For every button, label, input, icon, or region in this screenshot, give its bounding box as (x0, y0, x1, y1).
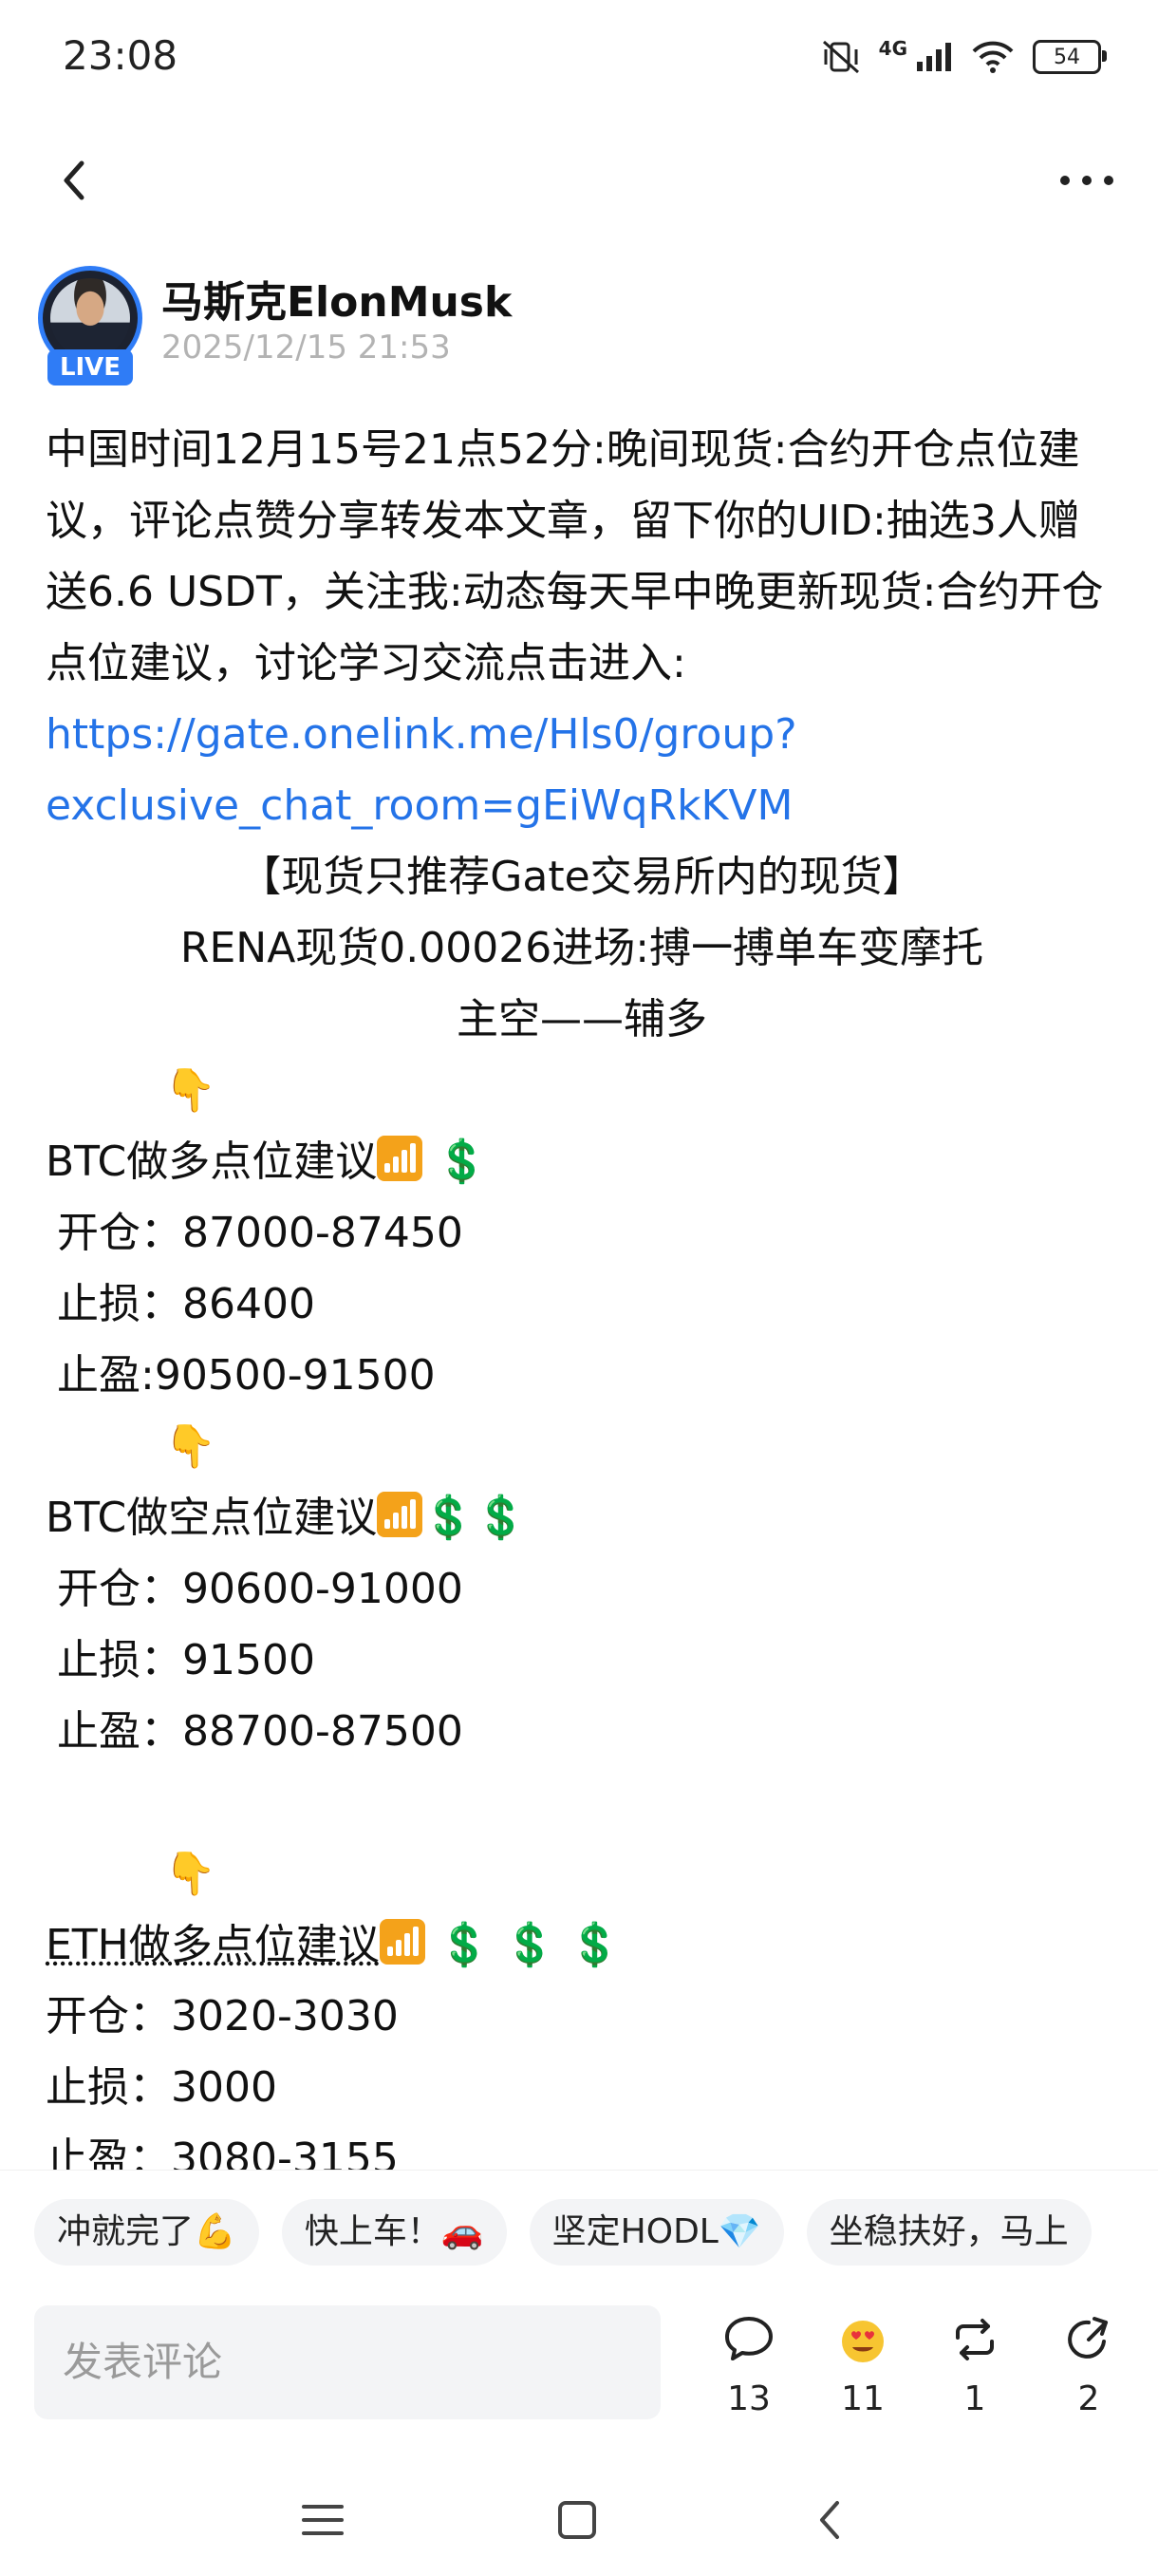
reaction-count: 11 (841, 2379, 885, 2418)
reaction-button[interactable]: 11 (820, 2313, 906, 2418)
status-bar: 23:08 4G 54 (0, 0, 1158, 114)
top-nav (0, 133, 1158, 228)
back-arrow-icon (820, 2501, 839, 2539)
post-date: 2025/12/15 21:53 (161, 329, 451, 367)
mute-vibrate-icon (820, 38, 862, 76)
comment-input[interactable]: 发表评论 (34, 2305, 661, 2419)
repost-icon (956, 2319, 994, 2360)
comment-bubble-icon (725, 2317, 773, 2360)
share-count: 2 (1077, 2379, 1100, 2418)
signal-icon (915, 41, 953, 73)
post-headline: 【现货只推荐Gate交易所内的现货】 (239, 853, 925, 901)
quick-reply-chip[interactable]: 冲就完了💪 (34, 2199, 259, 2266)
rena-line: RENA现货0.00026进场:搏一搏单车变摩托 (179, 924, 984, 972)
btc-long-take-profit: 止盈:90500-91500 (57, 1351, 436, 1400)
home-square-icon (558, 2501, 596, 2539)
repost-count: 1 (963, 2379, 986, 2418)
group-link[interactable]: https://gate.onelink.me/Hls0/group?exclu… (46, 710, 797, 830)
comment-count: 13 (727, 2379, 771, 2418)
author-name[interactable]: 马斯克ElonMusk (161, 268, 512, 329)
system-nav-bar (0, 2469, 1158, 2575)
pointer-emoji: 👇 (164, 1066, 216, 1115)
menu-button[interactable] (294, 2491, 361, 2548)
eth-long-stop-loss: 止损：3000 (46, 2063, 277, 2112)
quick-reply-chip[interactable]: 坐稳扶好，马上 (806, 2199, 1092, 2266)
eth-long-open: 开仓：3020-3030 (46, 1992, 399, 2040)
btc-short-take-profit: 止盈：88700-87500 (57, 1707, 463, 1756)
quick-reply-chip[interactable]: 快上车！🚗 (281, 2199, 507, 2266)
author-header: LIVE 马斯克ElonMusk 2025/12/15 21:53 (34, 258, 1126, 391)
btc-short-open: 开仓：90600-91000 (57, 1565, 463, 1613)
btc-short-title: BTC做空点位建议 💲💲 (46, 1492, 527, 1542)
share-icon (1068, 2317, 1108, 2359)
quick-reply-chip[interactable]: 坚定HODL💎 (529, 2199, 784, 2266)
back-button[interactable] (47, 152, 104, 209)
signal-bars-icon (379, 1919, 425, 1965)
live-badge[interactable]: LIVE (47, 349, 133, 385)
comment-button[interactable]: 13 (706, 2313, 792, 2418)
market-bias: 主空——辅多 (457, 995, 707, 1044)
eth-long-title: ETH做多点位建议 💲 💲 💲 (46, 1919, 622, 1969)
more-dots-icon (1060, 176, 1113, 185)
menu-icon (302, 2505, 344, 2535)
signal-bars-icon (377, 1136, 423, 1181)
pointer-emoji: 👇 (164, 1850, 216, 1898)
btc-long-title: BTC做多点位建议 💲 (46, 1136, 489, 1186)
wifi-icon (970, 40, 1016, 74)
network-type: 4G (878, 37, 907, 60)
quick-replies: 冲就完了💪 快上车！🚗 坚定HODL💎 坐稳扶好，马上 (34, 2199, 1114, 2266)
home-button[interactable] (549, 2491, 615, 2548)
signal-bars-icon (377, 1492, 423, 1537)
battery-indicator: 54 (1033, 40, 1107, 74)
btc-short-stop-loss: 止损：91500 (57, 1636, 315, 1684)
btc-long-stop-loss: 止损：86400 (57, 1280, 315, 1328)
system-back-button[interactable] (803, 2491, 869, 2548)
post-content: 中国时间12月15号21点52分:晚间现货:合约开仓点位建议，评论点赞分享转发本… (46, 414, 1118, 2194)
status-time: 23:08 (63, 32, 178, 79)
pointer-emoji: 👇 (164, 1422, 216, 1471)
btc-long-open: 开仓：87000-87450 (57, 1209, 463, 1257)
status-icons: 4G 54 (820, 28, 1107, 85)
heart-eyes-emoji-icon (842, 2321, 884, 2362)
post-intro: 中国时间12月15号21点52分:晚间现货:合约开仓点位建议，评论点赞分享转发本… (46, 425, 1104, 830)
chevron-left-icon (64, 160, 84, 200)
more-options-button[interactable] (1054, 152, 1120, 209)
share-button[interactable]: 2 (1046, 2313, 1131, 2418)
repost-button[interactable]: 1 (932, 2313, 1018, 2418)
